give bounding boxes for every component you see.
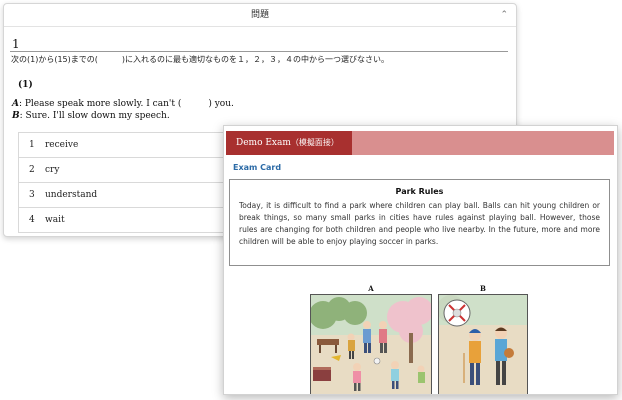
speaker-a: A	[12, 99, 19, 109]
demo-exam-title: Demo Exam	[236, 138, 291, 148]
demo-exam-subtitle: （模擬面接）	[290, 138, 339, 147]
passage-box: Park Rules Today, it is difficult to fin…	[229, 179, 610, 266]
picture-a-label: A	[368, 284, 374, 293]
option-number: 2	[29, 165, 35, 175]
option-text: cry	[45, 165, 60, 175]
speaker-b: B	[12, 111, 20, 121]
divider	[10, 51, 508, 52]
picture-b-label: B	[480, 284, 486, 293]
dialogue-line-b: B: Sure. I'll slow down my speech.	[12, 111, 170, 121]
question-number: 1	[12, 37, 20, 51]
option-number: 4	[29, 215, 35, 225]
picture-a: A	[310, 284, 432, 394]
exam-card-label: Exam Card	[233, 163, 282, 172]
passage-title: Park Rules	[395, 187, 444, 196]
chevron-up-icon[interactable]: ⌃	[500, 4, 508, 26]
question-instruction: 次の(1)から(15)までの( )に入れるのに最も適切なものを１，２，３，４の中…	[11, 55, 389, 64]
park-scene-b-illustration	[438, 294, 528, 394]
dialogue-line-a: A: Please speak more slowly. I can't ( )…	[12, 96, 234, 109]
demo-exam-header: Demo Exam（模擬面接）	[226, 131, 614, 155]
picture-b: B	[438, 284, 528, 394]
park-scene-a-illustration	[310, 294, 432, 394]
dialogue-b-text: : Sure. I'll slow down my speech.	[19, 111, 170, 121]
option-text: receive	[45, 140, 79, 150]
option-text: wait	[45, 215, 65, 225]
passage-text: Today, it is difficult to find a park wh…	[239, 201, 600, 246]
option-number: 1	[29, 140, 35, 150]
demo-exam-title-tab: Demo Exam（模擬面接）	[226, 131, 352, 155]
sub-question-number: (1)	[18, 80, 33, 90]
question-header-title: 問題	[250, 10, 269, 20]
dialogue-a-text: : Please speak more slowly. I can't ( ) …	[18, 99, 234, 109]
question-header[interactable]: 問題 ⌃	[4, 4, 516, 27]
park-scene-b-svg	[439, 295, 527, 394]
demo-exam-window: Demo Exam（模擬面接） Exam Card Park Rules Tod…	[223, 125, 618, 395]
option-text: understand	[45, 190, 98, 200]
park-scene-a-svg	[311, 295, 431, 394]
option-number: 3	[29, 190, 35, 200]
